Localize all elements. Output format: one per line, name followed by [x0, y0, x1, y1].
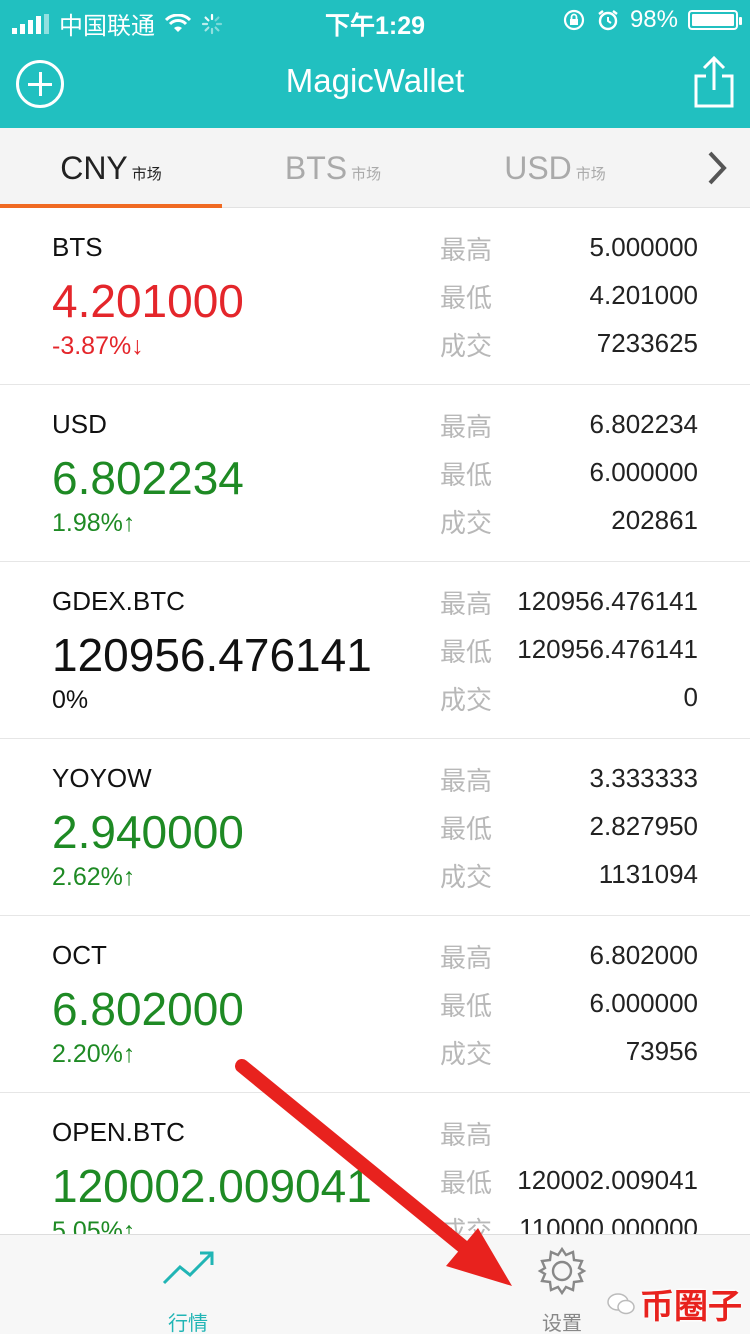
status-bar: 中国联通 下午1:29 98%: [0, 0, 750, 40]
trend-chart-icon: [162, 1251, 214, 1285]
low-value: 120956.476141: [517, 634, 698, 664]
watermark-text: 币圈子: [640, 1288, 742, 1326]
volume-label: 成交: [440, 508, 493, 538]
low-label: 最低: [440, 460, 493, 490]
low-label: 最低: [440, 814, 493, 844]
low-value: 6.000000: [589, 457, 698, 487]
market-change: -3.87%↓: [52, 332, 144, 360]
battery-icon: [688, 10, 742, 30]
volume-label: 成交: [440, 1039, 493, 1069]
high-value: 5.000000: [589, 232, 698, 262]
rotation-lock-icon: [563, 9, 585, 31]
market-row-gdex-btc[interactable]: GDEX.BTC 120956.476141 0% 最高 120956.47614…: [0, 562, 750, 739]
low-label: 最低: [440, 283, 493, 313]
volume-value: 0: [683, 682, 698, 712]
high-value: 6.802000: [589, 940, 698, 970]
market-stats: 最高 6.802234 最低 6.000000 成交 202861: [440, 405, 698, 549]
market-symbol: OCT: [52, 940, 107, 970]
market-change: 5.05%↑: [52, 1217, 136, 1234]
market-row-bts[interactable]: BTS 4.201000 -3.87%↓ 最高 5.000000 最低 4.2010…: [0, 208, 750, 385]
market-stats: 最高 6.802000 最低 6.000000 成交 73956: [440, 936, 698, 1080]
volume-label: 成交: [440, 1216, 493, 1234]
high-value: 120956.476141: [517, 586, 698, 616]
market-stats: 最高 3.333333 最低 2.827950 成交 1131094: [440, 759, 698, 903]
market-change: 2.62%↑: [52, 863, 136, 891]
high-value: 6.802234: [589, 409, 698, 439]
watermark: 币圈子: [606, 1279, 742, 1328]
market-tabs: CNY 市场 BTS 市场 USD 市场: [0, 128, 750, 208]
market-list: BTS 4.201000 -3.87%↓ 最高 5.000000 最低 4.2010…: [0, 208, 750, 1234]
tabbar-item-market[interactable]: 行情: [88, 1235, 288, 1335]
market-price: 6.802000: [52, 983, 244, 1035]
gear-icon: [537, 1246, 587, 1296]
high-label: 最高: [440, 589, 493, 619]
market-row-open-btc[interactable]: OPEN.BTC 120002.009041 5.05%↑ 最高 最低 12000…: [0, 1093, 750, 1234]
tab-cny[interactable]: CNY 市场: [0, 128, 222, 208]
market-stats: 最高 5.000000 最低 4.201000 成交 7233625: [440, 228, 698, 372]
market-symbol: GDEX.BTC: [52, 586, 185, 616]
volume-value: 7233625: [596, 328, 698, 358]
volume-value: 73956: [625, 1036, 698, 1066]
high-label: 最高: [440, 766, 493, 796]
volume-label: 成交: [440, 685, 493, 715]
market-change: 2.20%↑: [52, 1040, 136, 1068]
volume-value: 110000.000000: [519, 1213, 698, 1234]
market-change: 0%: [52, 686, 89, 714]
app-title: MagicWallet: [285, 62, 465, 99]
low-value: 2.827950: [589, 811, 698, 841]
market-change: 1.98%↑: [52, 509, 136, 537]
battery-percent: 98%: [629, 6, 678, 33]
share-button[interactable]: [692, 54, 736, 110]
high-label: 最高: [440, 1120, 493, 1150]
volume-label: 成交: [440, 862, 493, 892]
chevron-right-icon[interactable]: [702, 148, 732, 188]
market-price: 6.802234: [52, 452, 244, 504]
low-label: 最低: [440, 991, 493, 1021]
market-row-yoyow[interactable]: YOYOW 2.940000 2.62%↑ 最高 3.333333 最低 2.827…: [0, 739, 750, 916]
tab-bts[interactable]: BTS 市场: [222, 128, 444, 208]
market-price: 4.201000: [52, 275, 244, 327]
high-label: 最高: [440, 943, 493, 973]
market-symbol: BTS: [52, 232, 103, 262]
navigation-bar: MagicWallet: [0, 40, 750, 128]
market-stats: 最高 最低 120002.009041 成交 110000.000000: [440, 1113, 698, 1234]
low-value: 120002.009041: [517, 1165, 698, 1195]
volume-label: 成交: [440, 331, 493, 361]
market-symbol: OPEN.BTC: [52, 1117, 185, 1147]
top-bar: 中国联通 下午1:29 98% MagicWallet: [0, 0, 750, 128]
low-label: 最低: [440, 1168, 493, 1198]
low-value: 6.000000: [589, 988, 698, 1018]
alarm-icon: [598, 10, 618, 31]
high-value: 3.333333: [589, 763, 698, 793]
market-symbol: YOYOW: [52, 763, 152, 793]
volume-value: 1131094: [598, 859, 698, 889]
market-row-usd[interactable]: USD 6.802234 1.98%↑ 最高 6.802234 最低 6.00000…: [0, 385, 750, 562]
wechat-icon: [607, 1292, 635, 1314]
market-price: 120002.009041: [52, 1160, 372, 1212]
market-price: 120956.476141: [52, 629, 372, 681]
tab-usd[interactable]: USD 市场: [444, 128, 666, 208]
market-row-oct[interactable]: OCT 6.802000 2.20%↑ 最高 6.802000 最低 6.00000…: [0, 916, 750, 1093]
low-label: 最低: [440, 637, 493, 667]
market-price: 2.940000: [52, 806, 244, 858]
tabbar-label-market: 行情: [168, 1313, 208, 1335]
high-label: 最高: [440, 235, 493, 265]
market-stats: 最高 120956.476141 最低 120956.476141 成交 0: [440, 582, 698, 726]
volume-value: 202861: [611, 505, 698, 535]
market-symbol: USD: [52, 409, 107, 439]
high-label: 最高: [440, 412, 493, 442]
low-value: 4.201000: [589, 280, 698, 310]
